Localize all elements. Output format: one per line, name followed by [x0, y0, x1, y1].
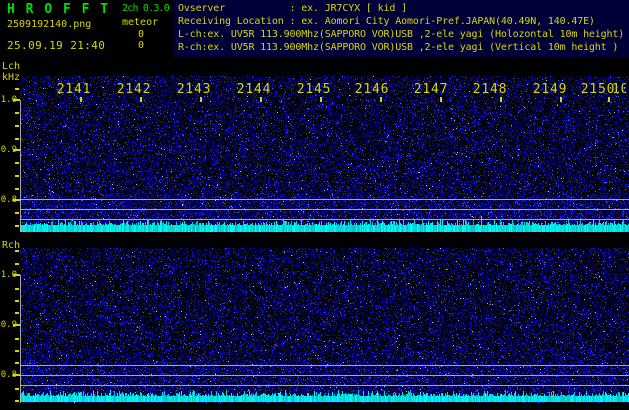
location-line: Receiving Location : ex. Aomori City Aom… — [178, 16, 595, 27]
freq-tick-major-lch — [13, 99, 20, 101]
rch-receiver-line: R-ch:ex. UV5R 113.900Mhz(SAPPORO VOR)USB… — [178, 42, 619, 53]
freq-tick-minor-rch — [15, 288, 19, 290]
rch-spectrogram — [20, 248, 629, 403]
freq-tick-minor-lch — [15, 162, 19, 164]
lch-spectrogram — [20, 76, 629, 232]
freq-tick-major-lch — [13, 149, 20, 151]
freq-tick-minor-rch — [15, 362, 19, 364]
freq-tick-minor-rch — [15, 338, 19, 340]
freq-tick-label-rch: 0.9 — [0, 320, 17, 330]
freq-tick-minor-lch — [15, 212, 19, 214]
output-filename: 2509192140.png — [7, 19, 92, 30]
freq-tick-minor-rch — [15, 350, 19, 352]
freq-tick-major-rch — [13, 324, 20, 326]
rch-panel-label: Rch — [2, 240, 21, 251]
freq-tick-minor-rch — [15, 388, 19, 390]
freq-tick-label-rch: 1.0 — [0, 270, 17, 280]
freq-tick-minor-rch — [15, 300, 19, 302]
freq-tick-minor-rch — [15, 312, 19, 314]
freq-tick-minor-lch — [15, 125, 19, 127]
lch-receiver-line: L-ch:ex. UV5R 113.900Mhz(SAPPORO VOR)USB… — [178, 29, 625, 40]
app-title: H R O F F T — [7, 2, 110, 17]
observation-info-header: Ovserver : ex. JR7CYX [ kid ] Receiving … — [173, 0, 629, 57]
freq-tick-minor-rch — [15, 263, 19, 265]
freq-tick-minor-lch — [15, 112, 19, 114]
meteor-count-lch: 0 — [137, 29, 144, 40]
freq-unit-label: kHz — [2, 72, 21, 83]
observer-line: Ovserver : ex. JR7CYX [ kid ] — [178, 3, 407, 14]
freq-tick-minor-lch — [15, 175, 19, 177]
datetime-stamp: 25.09.19 21:40 — [7, 39, 106, 52]
freq-tick-minor-rch — [15, 400, 19, 402]
freq-tick-minor-lch — [15, 225, 19, 227]
freq-tick-major-rch — [13, 374, 20, 376]
freq-tick-major-rch — [13, 274, 20, 276]
freq-tick-minor-lch — [15, 88, 19, 90]
freq-tick-major-lch — [13, 199, 20, 201]
meteor-count-rch: 0 — [137, 40, 144, 51]
freq-tick-label-lch: 0.8 — [0, 195, 17, 205]
freq-tick-label-lch: 1.0 — [0, 95, 17, 105]
hrofft-screen: H R O F F T 2ch 0.3.0 2509192140.png met… — [0, 0, 629, 410]
freq-tick-label-lch: 0.9 — [0, 145, 17, 155]
freq-tick-minor-lch — [15, 138, 19, 140]
freq-tick-label-rch: 0.8 — [0, 370, 17, 380]
lch-panel-label: Lch — [2, 61, 21, 72]
meteor-counter-label: meteor — [122, 17, 159, 28]
app-version: 2ch 0.3.0 — [122, 3, 170, 14]
freq-tick-minor-lch — [15, 188, 19, 190]
